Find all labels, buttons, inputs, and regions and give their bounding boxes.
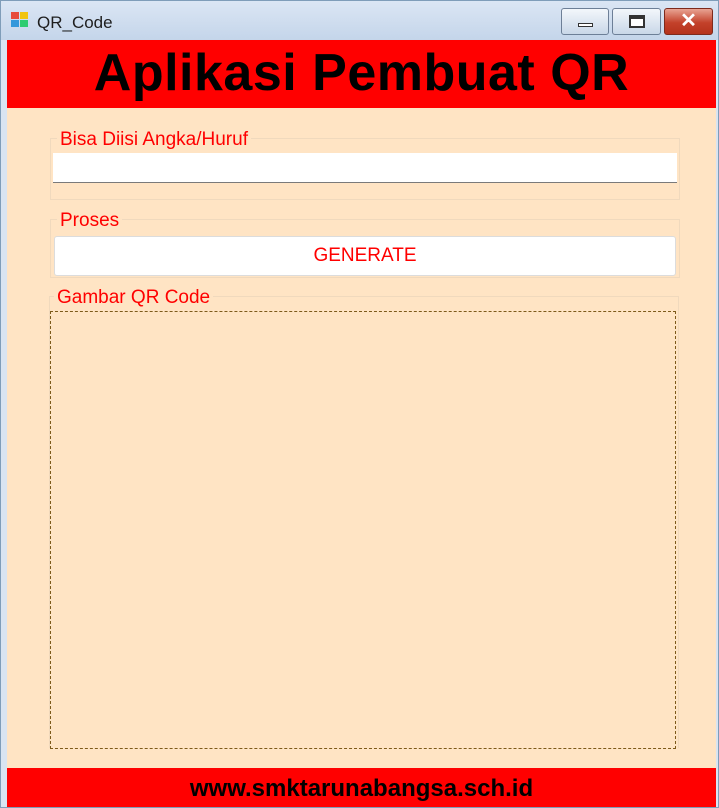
maximize-button[interactable]: [612, 8, 661, 35]
page-title: Aplikasi Pembuat QR: [93, 44, 630, 102]
minimize-icon: [578, 23, 593, 27]
qr-groupbox: Gambar QR Code: [49, 287, 679, 749]
generate-button[interactable]: GENERATE: [54, 236, 676, 276]
minimize-button[interactable]: [561, 8, 609, 35]
qr-text-input[interactable]: [53, 153, 677, 183]
process-group-label: Proses: [57, 210, 123, 232]
header-banner: Aplikasi Pembuat QR: [7, 40, 716, 108]
footer-banner: www.smktarunabangsa.sch.id: [7, 768, 716, 807]
input-groupbox: Bisa Diisi Angka/Huruf: [50, 129, 680, 200]
window-title: QR_Code: [37, 13, 113, 32]
app-icon: [11, 12, 31, 30]
qr-group-label: Gambar QR Code: [54, 287, 214, 309]
maximize-icon: [629, 15, 645, 28]
title-bar[interactable]: QR_Code ✕: [1, 1, 718, 40]
qr-image-box: [50, 311, 676, 749]
close-button[interactable]: ✕: [664, 8, 713, 35]
close-icon: ✕: [680, 10, 697, 32]
app-window: QR_Code ✕ Aplikasi Pembuat QR Bisa Diisi…: [0, 0, 719, 808]
process-groupbox: Proses GENERATE: [50, 210, 680, 278]
footer-url: www.smktarunabangsa.sch.id: [189, 775, 534, 802]
input-group-label: Bisa Diisi Angka/Huruf: [57, 129, 251, 151]
form-client-area: Aplikasi Pembuat QR Bisa Diisi Angka/Hur…: [7, 40, 716, 807]
